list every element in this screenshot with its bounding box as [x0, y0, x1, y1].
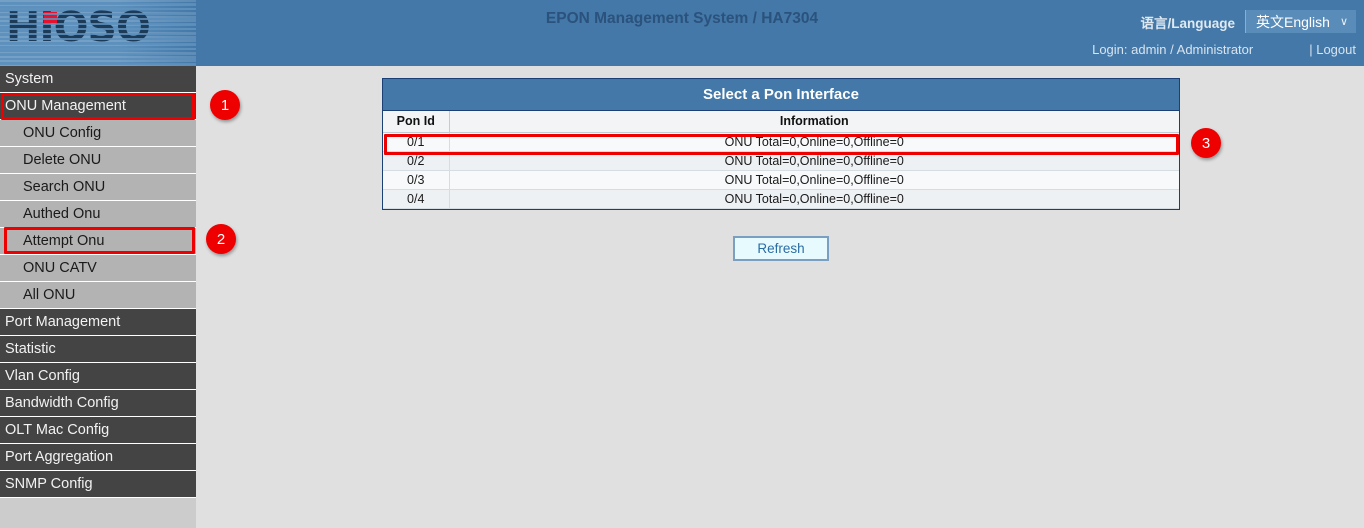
annotation-badge-2: 2	[206, 224, 236, 254]
sidebar-item-search-onu[interactable]: Search ONU	[0, 174, 196, 201]
main-content: Select a Pon Interface Pon Id Informatio…	[196, 66, 1364, 519]
page-header: HIOSO EPON Management System / HA7304 语言…	[0, 0, 1364, 66]
sidebar-item-label: Vlan Config	[5, 368, 80, 384]
refresh-button[interactable]: Refresh	[733, 236, 828, 261]
sidebar-item-label: System	[5, 71, 53, 87]
sidebar-item-onu-catv[interactable]: ONU CATV	[0, 255, 196, 282]
sidebar-item-label: Search ONU	[23, 179, 105, 195]
sidebar-item-label: ONU Config	[23, 125, 101, 141]
cell-pon-id: 0/2	[383, 151, 449, 170]
sidebar-item-label: ONU Management	[5, 98, 126, 114]
sidebar-item-label: Statistic	[5, 341, 56, 357]
sidebar-item-onu-config[interactable]: ONU Config	[0, 120, 196, 147]
sidebar-item-label: Delete ONU	[23, 152, 101, 168]
sidebar-item-label: Port Management	[5, 314, 120, 330]
sidebar-item-bandwidth-config[interactable]: Bandwidth Config	[0, 390, 196, 417]
sidebar-filler	[0, 498, 196, 528]
annotation-badge-3-number: 3	[1202, 135, 1210, 152]
cell-pon-id: 0/3	[383, 170, 449, 189]
login-status-bar: Login: admin / Administrator | Logout	[1092, 42, 1356, 57]
refresh-button-container: Refresh	[382, 236, 1180, 261]
sidebar-item-snmp-config[interactable]: SNMP Config	[0, 471, 196, 498]
annotation-badge-1-number: 1	[221, 97, 229, 114]
language-selected-value: 英文English	[1256, 12, 1330, 32]
sidebar-item-authed-onu[interactable]: Authed Onu	[0, 201, 196, 228]
sidebar-item-onu-management[interactable]: ONU Management	[0, 93, 196, 120]
sidebar-item-label: Port Aggregation	[5, 449, 113, 465]
annotation-badge-3: 3	[1191, 128, 1221, 158]
pon-interface-panel: Select a Pon Interface Pon Id Informatio…	[382, 78, 1180, 210]
table-row[interactable]: 0/4ONU Total=0,Online=0,Offline=0	[383, 189, 1179, 208]
column-header-information: Information	[449, 111, 1179, 132]
sidebar-item-label: SNMP Config	[5, 476, 93, 492]
sidebar-nav: System ONU Management ONU Config Delete ONU…	[0, 66, 196, 519]
cell-information: ONU Total=0,Online=0,Offline=0	[449, 189, 1179, 208]
sidebar-item-label: Bandwidth Config	[5, 395, 119, 411]
language-switcher: 语言/Language 英文English ∨	[1141, 10, 1357, 33]
annotation-badge-2-number: 2	[217, 231, 225, 248]
logged-in-user: Login: admin / Administrator	[1092, 42, 1253, 57]
sidebar-item-label: All ONU	[23, 287, 75, 303]
sidebar-item-label: OLT Mac Config	[5, 422, 109, 438]
cell-pon-id: 0/1	[383, 132, 449, 151]
sidebar-item-label: Attempt Onu	[23, 233, 104, 249]
sidebar-item-delete-onu[interactable]: Delete ONU	[0, 147, 196, 174]
table-row[interactable]: 0/2ONU Total=0,Online=0,Offline=0	[383, 151, 1179, 170]
sidebar-item-port-management[interactable]: Port Management	[0, 309, 196, 336]
language-dropdown[interactable]: 英文English ∨	[1245, 10, 1356, 33]
sidebar-item-vlan-config[interactable]: Vlan Config	[0, 363, 196, 390]
language-label: 语言/Language	[1141, 12, 1236, 32]
table-row[interactable]: 0/1ONU Total=0,Online=0,Offline=0	[383, 132, 1179, 151]
annotation-badge-1: 1	[210, 90, 240, 120]
table-header-row: Pon Id Information	[383, 111, 1179, 132]
panel-title: Select a Pon Interface	[383, 79, 1179, 111]
cell-pon-id: 0/4	[383, 189, 449, 208]
pon-interface-table: Pon Id Information 0/1ONU Total=0,Online…	[383, 111, 1179, 209]
sidebar-item-attempt-onu[interactable]: Attempt Onu	[0, 228, 196, 255]
sidebar-item-olt-mac-config[interactable]: OLT Mac Config	[0, 417, 196, 444]
sidebar-item-all-onu[interactable]: All ONU	[0, 282, 196, 309]
cell-information: ONU Total=0,Online=0,Offline=0	[449, 132, 1179, 151]
cell-information: ONU Total=0,Online=0,Offline=0	[449, 151, 1179, 170]
table-row[interactable]: 0/3ONU Total=0,Online=0,Offline=0	[383, 170, 1179, 189]
sidebar-item-system[interactable]: System	[0, 66, 196, 93]
sidebar-item-port-aggregation[interactable]: Port Aggregation	[0, 444, 196, 471]
column-header-pon-id: Pon Id	[383, 111, 449, 132]
cell-information: ONU Total=0,Online=0,Offline=0	[449, 170, 1179, 189]
chevron-down-icon: ∨	[1340, 15, 1348, 28]
sidebar-item-label: Authed Onu	[23, 206, 100, 222]
sidebar-item-statistic[interactable]: Statistic	[0, 336, 196, 363]
sidebar-item-label: ONU CATV	[23, 260, 97, 276]
logout-link[interactable]: | Logout	[1309, 42, 1356, 57]
